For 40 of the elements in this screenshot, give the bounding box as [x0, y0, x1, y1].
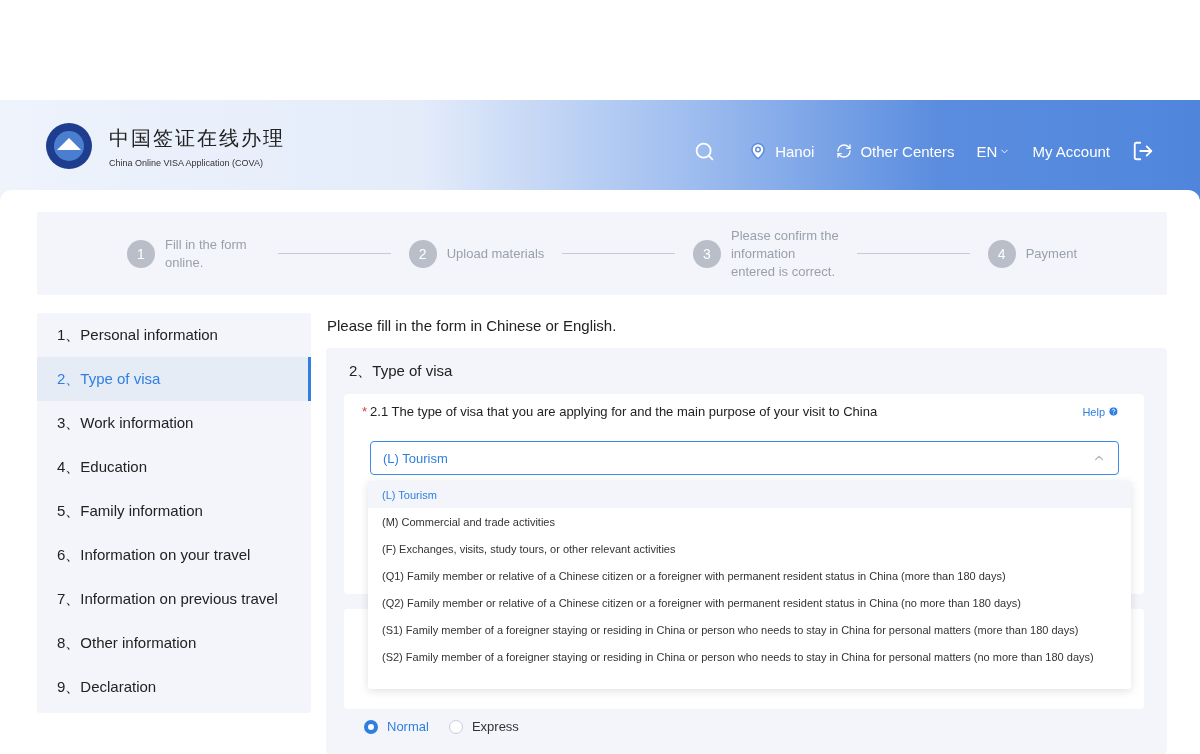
- sidebar-item[interactable]: 3、Work information: [37, 401, 311, 445]
- sidebar-item[interactable]: 4、Education: [37, 445, 311, 489]
- help-icon: [1108, 406, 1119, 417]
- site-title: 中国签证在线办理: [109, 125, 285, 151]
- speed-radio[interactable]: Express: [448, 719, 519, 734]
- map-pin-icon: [749, 142, 768, 160]
- visa-type-select[interactable]: (L) Tourism: [370, 441, 1119, 475]
- question-label: 2.1 The type of visa that you are applying for and the main purpose of your visit to China: [370, 404, 878, 419]
- step-label: Fill in the form online.: [165, 235, 248, 272]
- step-number: 1: [127, 239, 155, 268]
- sidebar-item[interactable]: 6、Information on your travel: [37, 533, 311, 577]
- dropdown-option[interactable]: (Q2) Family member or relative of a Chinese citizen or a foreigner with permanent resident status in China (no more than 180 days): [368, 589, 1131, 616]
- refresh-icon: [836, 143, 853, 159]
- sidebar-item[interactable]: 1、Personal information: [37, 313, 311, 357]
- sidebar-item[interactable]: 9、Declaration: [37, 665, 311, 709]
- step-number: 3: [693, 239, 721, 268]
- logout-icon[interactable]: [1132, 140, 1154, 162]
- step-label: Please confirm the information entered is correct.: [731, 226, 839, 281]
- dropdown-option[interactable]: (F) Exchanges, visits, study tours, or other relevant activities: [368, 535, 1131, 562]
- step-number: 4: [987, 239, 1016, 268]
- step-label: Upload materials: [446, 244, 545, 263]
- dropdown-option[interactable]: (L) Tourism: [368, 481, 1131, 508]
- dropdown-option[interactable]: (S1) Family member of a foreigner staying or residing in China or person who needs to stay in China for personal matters (more than 180 days): [368, 616, 1131, 643]
- account-link[interactable]: My Account: [1032, 142, 1110, 160]
- dropdown-option[interactable]: (S2) Family member of a foreigner staying or residing in China or person who needs to stay in China for personal matters (no more than 180 days): [368, 643, 1131, 670]
- site-subtitle: China Online VISA Application (COVA): [109, 157, 264, 168]
- dropdown-option[interactable]: (Q1) Family member or relative of a Chinese citizen or a foreigner with permanent resident status in China (more than 180 days): [368, 562, 1131, 589]
- sidebar-item[interactable]: 8、Other information: [37, 621, 311, 665]
- search-icon[interactable]: [694, 140, 716, 162]
- sidebar-item[interactable]: 5、Family information: [37, 489, 311, 533]
- instruction-text: Please fill in the form in Chinese or English.: [326, 316, 618, 334]
- required-marker: *: [362, 404, 368, 419]
- help-link[interactable]: Help: [1082, 405, 1119, 418]
- section-title: 2、Type of visa: [349, 362, 454, 381]
- step-number: 2: [408, 239, 437, 268]
- emblem-icon: [45, 122, 93, 170]
- sidebar-item[interactable]: 7、Information on previous travel: [37, 577, 311, 621]
- step-label: Payment: [1025, 244, 1077, 263]
- dropdown-option[interactable]: (M) Commercial and trade activities: [368, 508, 1131, 535]
- speed-radio[interactable]: Normal: [364, 719, 429, 734]
